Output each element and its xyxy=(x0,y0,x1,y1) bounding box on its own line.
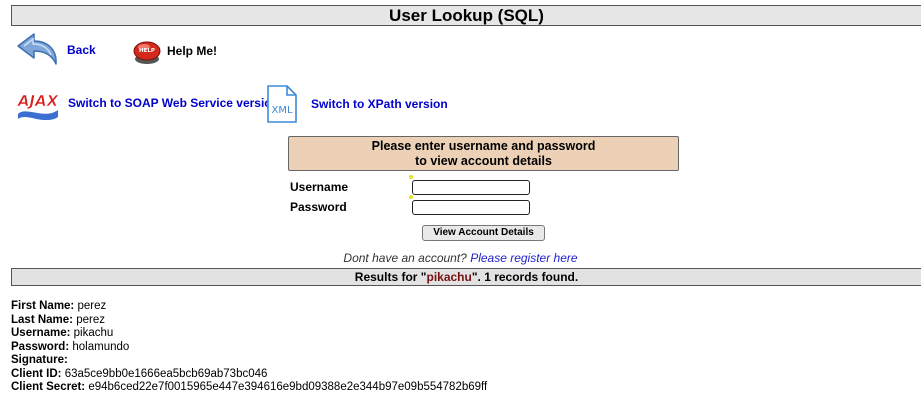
xml-file-icon[interactable]: XML xyxy=(265,84,299,124)
register-prompt: Dont have an account? Please register he… xyxy=(0,251,921,265)
back-link-label[interactable]: Back xyxy=(67,43,96,57)
back-link[interactable]: Back xyxy=(14,30,96,70)
record-label: Client Secret: xyxy=(11,381,86,393)
help-button-icon[interactable]: HELP xyxy=(132,37,162,65)
account-record: First Name: perez Last Name: perez Usern… xyxy=(11,300,487,395)
view-account-details-button[interactable]: View Account Details xyxy=(422,225,545,241)
ajax-logo-text: AJAX xyxy=(17,92,60,110)
password-label: Password xyxy=(290,200,347,214)
record-value: perez xyxy=(77,300,107,312)
record-label: Last Name: xyxy=(11,313,73,326)
xpath-version-link[interactable]: XML Switch to XPath version xyxy=(265,84,448,124)
help-badge-text: HELP xyxy=(139,48,155,54)
record-row: First Name: perez xyxy=(11,300,487,314)
record-row: Signature: xyxy=(11,354,487,368)
xpath-version-label[interactable]: Switch to XPath version xyxy=(311,97,448,111)
record-row: Client ID: 63a5ce9bb0e1666ea5bcb69ab73bc… xyxy=(11,368,487,382)
help-link[interactable]: HELP Help Me! xyxy=(132,37,217,65)
record-value: pikachu xyxy=(73,327,114,339)
record-label: Client ID: xyxy=(11,367,62,380)
results-summary: Results for "pikachu". 1 records found. xyxy=(11,268,921,286)
login-heading-line1: Please enter username and password xyxy=(371,139,596,153)
results-query: pikachu xyxy=(426,270,472,284)
xml-icon-text: XML xyxy=(271,105,292,116)
record-label: Password: xyxy=(11,340,70,353)
password-input[interactable] xyxy=(412,200,530,215)
record-label: Signature: xyxy=(11,354,68,366)
soap-version-link[interactable]: AJAX Switch to SOAP Web Service version xyxy=(14,86,279,121)
record-row: Password: holamundo xyxy=(11,341,487,355)
login-heading-line2: to view account details xyxy=(415,154,552,168)
record-value: e94b6ced22e7f0015965e447e394616e9bd09388… xyxy=(88,381,488,393)
record-row: Username: pikachu xyxy=(11,327,487,341)
record-value: 63a5ce9bb0e1666ea5bcb69ab73bc046 xyxy=(64,367,268,380)
record-row: Last Name: perez xyxy=(11,314,487,328)
results-prefix: Results for " xyxy=(354,270,427,284)
results-suffix: ". 1 records found. xyxy=(471,270,579,284)
record-value: perez xyxy=(76,313,105,326)
page-title: User Lookup (SQL) xyxy=(11,5,921,26)
ajax-logo-icon[interactable]: AJAX xyxy=(14,86,62,121)
back-arrow-icon[interactable] xyxy=(14,30,60,70)
record-row: Client Secret: e94b6ced22e7f0015965e447e… xyxy=(11,381,487,395)
soap-version-label[interactable]: Switch to SOAP Web Service version xyxy=(68,96,279,110)
username-input[interactable] xyxy=(412,180,530,195)
login-panel-heading: Please enter username and password to vi… xyxy=(288,136,679,171)
register-link[interactable]: Please register here xyxy=(470,251,577,265)
record-label: First Name: xyxy=(11,300,75,312)
register-prompt-text: Dont have an account? xyxy=(343,251,471,265)
required-star-icon xyxy=(409,195,413,199)
required-star-icon xyxy=(409,175,413,179)
username-label: Username xyxy=(290,180,349,194)
help-link-label[interactable]: Help Me! xyxy=(167,44,217,58)
record-value: holamundo xyxy=(72,340,130,353)
record-label: Username: xyxy=(11,327,71,339)
